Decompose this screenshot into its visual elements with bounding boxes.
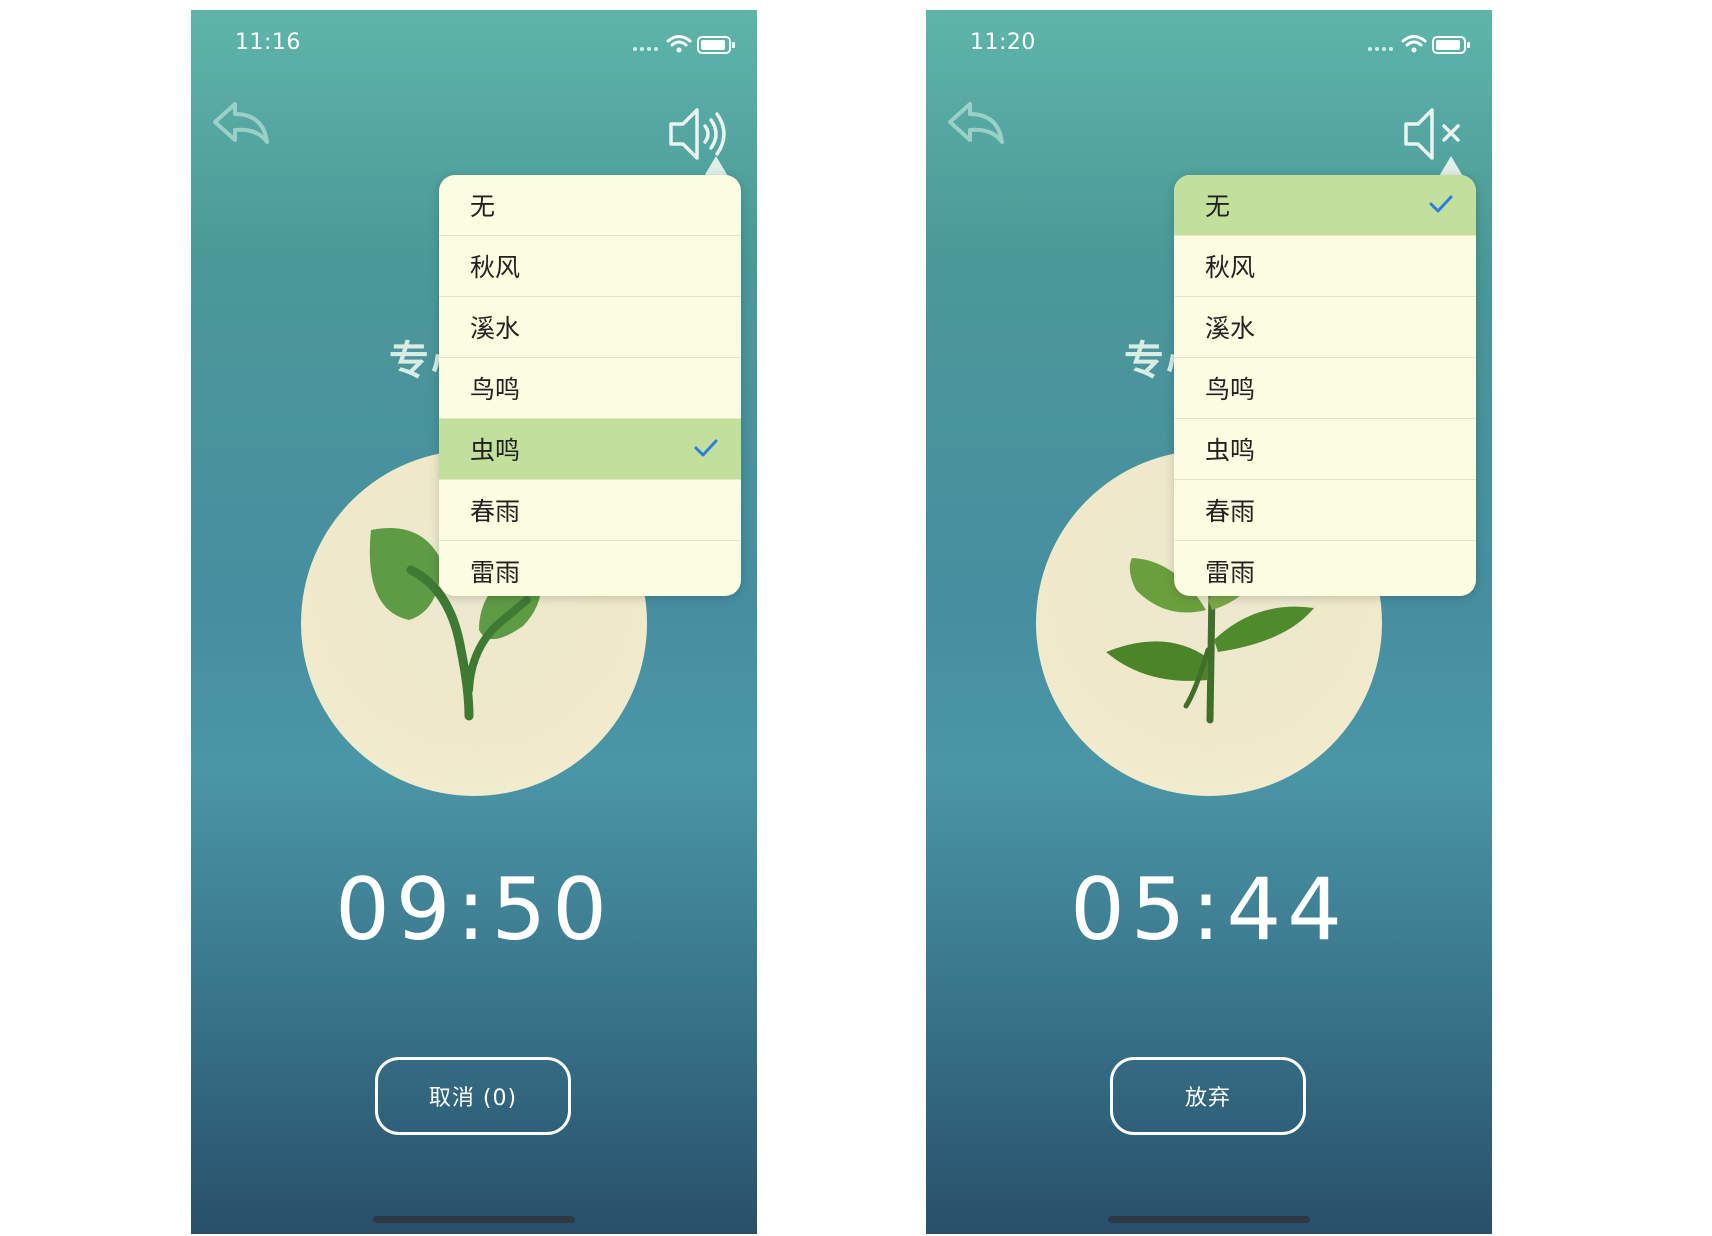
sound-option-thunderstorm[interactable]: 雷雨 — [439, 541, 741, 596]
cellular-signal-icon — [633, 47, 658, 51]
countdown-timer: 05:44 — [1070, 860, 1348, 960]
sound-option-label: 春雨 — [1205, 497, 1256, 526]
countdown-timer: 09:50 — [335, 860, 613, 960]
sound-option-autumn-wind[interactable]: 秋风 — [439, 236, 741, 297]
phone-screen-2: 11:20 专心 无 秋风 溪水 鸟鸣 虫鸣 春雨 雷雨 05:44 放弃 — [926, 10, 1492, 1234]
sound-option-stream[interactable]: 溪水 — [439, 297, 741, 358]
home-indicator[interactable] — [1108, 1216, 1310, 1223]
sound-option-label: 鸟鸣 — [470, 375, 521, 404]
sound-option-label: 无 — [470, 192, 496, 221]
battery-icon — [697, 36, 735, 54]
wifi-icon — [1401, 35, 1427, 47]
sound-option-birdsong[interactable]: 鸟鸣 — [439, 358, 741, 419]
sound-option-thunderstorm[interactable]: 雷雨 — [1174, 541, 1476, 596]
phone-screen-1: 11:16 专心 无 秋风 溪水 鸟鸣 虫鸣 春雨 雷雨 09:50 取消 (0… — [191, 10, 757, 1234]
sound-option-autumn-wind[interactable]: 秋风 — [1174, 236, 1476, 297]
status-bar-icons — [1368, 35, 1470, 54]
sound-option-label: 雷雨 — [470, 557, 521, 587]
sound-option-none[interactable]: 无 — [439, 175, 741, 236]
status-time: 11:16 — [235, 30, 301, 55]
cancel-button[interactable]: 取消 (0) — [375, 1057, 571, 1135]
give-up-button[interactable]: 放弃 — [1110, 1057, 1306, 1135]
sound-option-label: 虫鸣 — [1205, 436, 1256, 465]
ambient-sound-menu: 无 秋风 溪水 鸟鸣 虫鸣 春雨 雷雨 — [439, 175, 741, 596]
sound-option-none[interactable]: 无 — [1174, 175, 1476, 236]
sound-option-label: 无 — [1205, 192, 1231, 221]
sound-option-birdsong[interactable]: 鸟鸣 — [1174, 358, 1476, 419]
home-indicator[interactable] — [373, 1216, 575, 1223]
cellular-signal-icon — [1368, 47, 1393, 51]
checkmark-icon — [694, 439, 718, 457]
sound-option-label: 雷雨 — [1205, 557, 1256, 587]
reply-arrow-icon[interactable] — [211, 92, 275, 156]
status-bar-icons — [633, 35, 735, 54]
sound-option-spring-rain[interactable]: 春雨 — [439, 480, 741, 541]
sound-option-spring-rain[interactable]: 春雨 — [1174, 480, 1476, 541]
ambient-sound-menu: 无 秋风 溪水 鸟鸣 虫鸣 春雨 雷雨 — [1174, 175, 1476, 596]
wifi-icon — [666, 35, 692, 47]
sound-option-label: 春雨 — [470, 497, 521, 526]
sound-option-label: 溪水 — [1205, 314, 1256, 343]
status-time: 11:20 — [970, 30, 1036, 55]
sound-option-label: 秋风 — [470, 253, 521, 282]
sound-option-stream[interactable]: 溪水 — [1174, 297, 1476, 358]
sound-option-label: 溪水 — [470, 314, 521, 343]
sound-option-label: 虫鸣 — [470, 436, 521, 465]
reply-arrow-icon[interactable] — [946, 92, 1010, 156]
sound-option-label: 秋风 — [1205, 253, 1256, 282]
battery-icon — [1432, 36, 1470, 54]
sound-option-insects[interactable]: 虫鸣 — [1174, 419, 1476, 480]
sound-option-label: 鸟鸣 — [1205, 375, 1256, 404]
checkmark-icon — [1429, 195, 1453, 213]
sound-option-insects[interactable]: 虫鸣 — [439, 419, 741, 480]
